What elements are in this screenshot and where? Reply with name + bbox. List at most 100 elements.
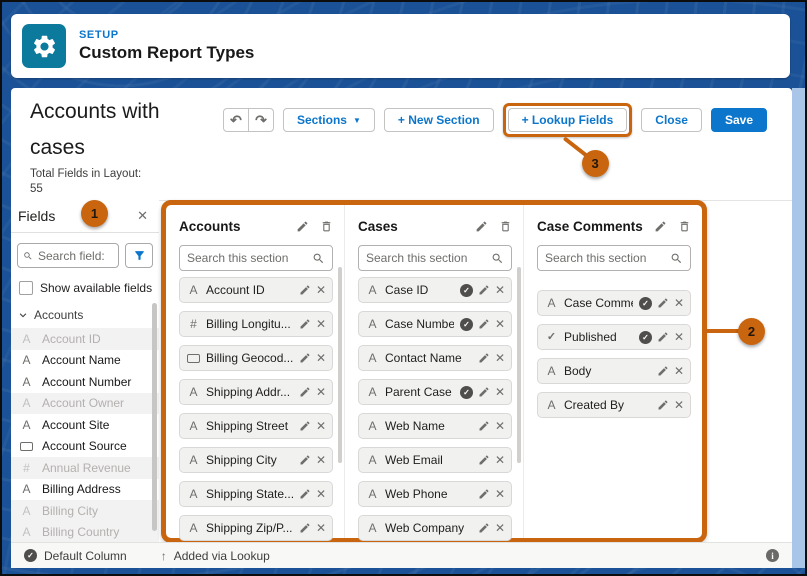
- edit-section-icon[interactable]: [475, 220, 488, 233]
- remove-field-icon[interactable]: ✕: [316, 522, 326, 534]
- remove-field-icon[interactable]: ✕: [674, 365, 684, 377]
- field-chip[interactable]: Billing Geocod... ✕: [179, 345, 333, 371]
- save-button[interactable]: Save: [710, 108, 767, 132]
- edit-field-icon[interactable]: [299, 284, 311, 296]
- field-chip[interactable]: A Web Name ✕: [358, 413, 512, 439]
- remove-field-icon[interactable]: ✕: [316, 454, 326, 466]
- field-list-item[interactable]: Account Source: [11, 436, 159, 458]
- edit-field-icon[interactable]: [478, 284, 490, 296]
- section-search-input[interactable]: [545, 251, 666, 265]
- field-chip-label: Billing Geocod...: [206, 351, 293, 365]
- field-chip[interactable]: A Case Number ✓ ✕: [358, 311, 512, 337]
- edit-field-icon[interactable]: [299, 454, 311, 466]
- remove-field-icon[interactable]: ✕: [495, 284, 505, 296]
- remove-field-icon[interactable]: ✕: [316, 488, 326, 500]
- section-scrollbar[interactable]: [517, 267, 521, 463]
- remove-field-icon[interactable]: ✕: [495, 352, 505, 364]
- edit-field-icon[interactable]: [657, 399, 669, 411]
- remove-field-icon[interactable]: ✕: [674, 297, 684, 309]
- redo-icon: ↷: [255, 111, 267, 128]
- text-type-icon: A: [189, 419, 198, 433]
- field-chip[interactable]: A Shipping City ✕: [179, 447, 333, 473]
- remove-field-icon[interactable]: ✕: [316, 386, 326, 398]
- info-icon[interactable]: i: [766, 549, 779, 562]
- edit-field-icon[interactable]: [478, 522, 490, 534]
- show-available-fields-checkbox[interactable]: [19, 281, 33, 295]
- section-search-input[interactable]: [366, 251, 487, 265]
- edit-field-icon[interactable]: [299, 318, 311, 330]
- field-list-item[interactable]: A Account Owner: [11, 392, 159, 414]
- edit-field-icon[interactable]: [478, 488, 490, 500]
- field-list-item[interactable]: # Annual Revenue: [11, 457, 159, 479]
- field-chip[interactable]: A Case ID ✓ ✕: [358, 277, 512, 303]
- delete-section-icon[interactable]: [678, 220, 691, 233]
- remove-field-icon[interactable]: ✕: [495, 420, 505, 432]
- field-list-item[interactable]: A Billing Address: [11, 479, 159, 501]
- edit-field-icon[interactable]: [478, 352, 490, 364]
- field-chip[interactable]: A Body ✕: [537, 358, 691, 384]
- edit-field-icon[interactable]: [657, 331, 669, 343]
- field-chip[interactable]: A Shipping State... ✕: [179, 481, 333, 507]
- remove-field-icon[interactable]: ✕: [316, 420, 326, 432]
- field-chip[interactable]: A Contact Name ✕: [358, 345, 512, 371]
- edit-field-icon[interactable]: [657, 365, 669, 377]
- remove-field-icon[interactable]: ✕: [674, 399, 684, 411]
- remove-field-icon[interactable]: ✕: [495, 454, 505, 466]
- field-search-input[interactable]: [38, 248, 113, 263]
- accounts-field-group[interactable]: Accounts: [18, 307, 159, 322]
- delete-section-icon[interactable]: [499, 220, 512, 233]
- field-chip[interactable]: A Shipping Zip/P... ✕: [179, 515, 333, 541]
- remove-field-icon[interactable]: ✕: [495, 488, 505, 500]
- field-chip[interactable]: A Shipping Addr... ✕: [179, 379, 333, 405]
- field-list-item[interactable]: A Account Name: [11, 350, 159, 372]
- delete-section-icon[interactable]: [320, 220, 333, 233]
- field-list-item[interactable]: A Account ID: [11, 328, 159, 350]
- field-chip[interactable]: # Billing Longitu... ✕: [179, 311, 333, 337]
- field-chip[interactable]: A Created By ✕: [537, 392, 691, 418]
- field-chip[interactable]: A Web Email ✕: [358, 447, 512, 473]
- edit-section-icon[interactable]: [296, 220, 309, 233]
- field-list-item[interactable]: A Account Number: [11, 371, 159, 393]
- sidebar-scrollbar[interactable]: [152, 303, 157, 531]
- field-list-item[interactable]: A Billing City: [11, 500, 159, 522]
- edit-field-icon[interactable]: [478, 454, 490, 466]
- edit-field-icon[interactable]: [478, 318, 490, 330]
- remove-field-icon[interactable]: ✕: [316, 284, 326, 296]
- edit-field-icon[interactable]: [299, 386, 311, 398]
- undo-button[interactable]: ↶: [222, 108, 249, 132]
- edit-field-icon[interactable]: [299, 352, 311, 364]
- edit-section-icon[interactable]: [654, 220, 667, 233]
- page-scrollbar[interactable]: [792, 88, 805, 568]
- field-list-item[interactable]: A Account Site: [11, 414, 159, 436]
- remove-field-icon[interactable]: ✕: [495, 386, 505, 398]
- close-button[interactable]: Close: [641, 108, 702, 132]
- field-chip[interactable]: A Parent Case ✓ ✕: [358, 379, 512, 405]
- field-filter-button[interactable]: [125, 243, 153, 268]
- new-section-button[interactable]: + New Section: [383, 108, 494, 132]
- edit-field-icon[interactable]: [299, 522, 311, 534]
- close-icon[interactable]: ✕: [137, 208, 148, 224]
- edit-field-icon[interactable]: [299, 420, 311, 432]
- field-chip[interactable]: ✓ Published ✓ ✕: [537, 324, 691, 350]
- edit-field-icon[interactable]: [478, 420, 490, 432]
- remove-field-icon[interactable]: ✕: [674, 331, 684, 343]
- redo-button[interactable]: ↷: [247, 108, 274, 132]
- edit-field-icon[interactable]: [299, 488, 311, 500]
- field-chip[interactable]: A Case Comment ... ✓ ✕: [537, 290, 691, 316]
- remove-field-icon[interactable]: ✕: [495, 318, 505, 330]
- field-list-item[interactable]: A Billing Country: [11, 521, 159, 543]
- field-chip[interactable]: A Shipping Street ✕: [179, 413, 333, 439]
- remove-field-icon[interactable]: ✕: [316, 352, 326, 364]
- field-chip[interactable]: A Web Phone ✕: [358, 481, 512, 507]
- field-chip[interactable]: A Web Company ✕: [358, 515, 512, 541]
- lookup-fields-button[interactable]: + Lookup Fields: [507, 108, 628, 132]
- field-chip[interactable]: A Account ID ✕: [179, 277, 333, 303]
- section-search-input[interactable]: [187, 251, 308, 265]
- remove-field-icon[interactable]: ✕: [316, 318, 326, 330]
- sections-menu-button[interactable]: Sections ▼: [282, 108, 375, 132]
- edit-field-icon[interactable]: [478, 386, 490, 398]
- edit-field-icon[interactable]: [657, 297, 669, 309]
- section-scrollbar[interactable]: [338, 267, 342, 463]
- remove-field-icon[interactable]: ✕: [495, 522, 505, 534]
- text-type-icon: A: [22, 525, 31, 540]
